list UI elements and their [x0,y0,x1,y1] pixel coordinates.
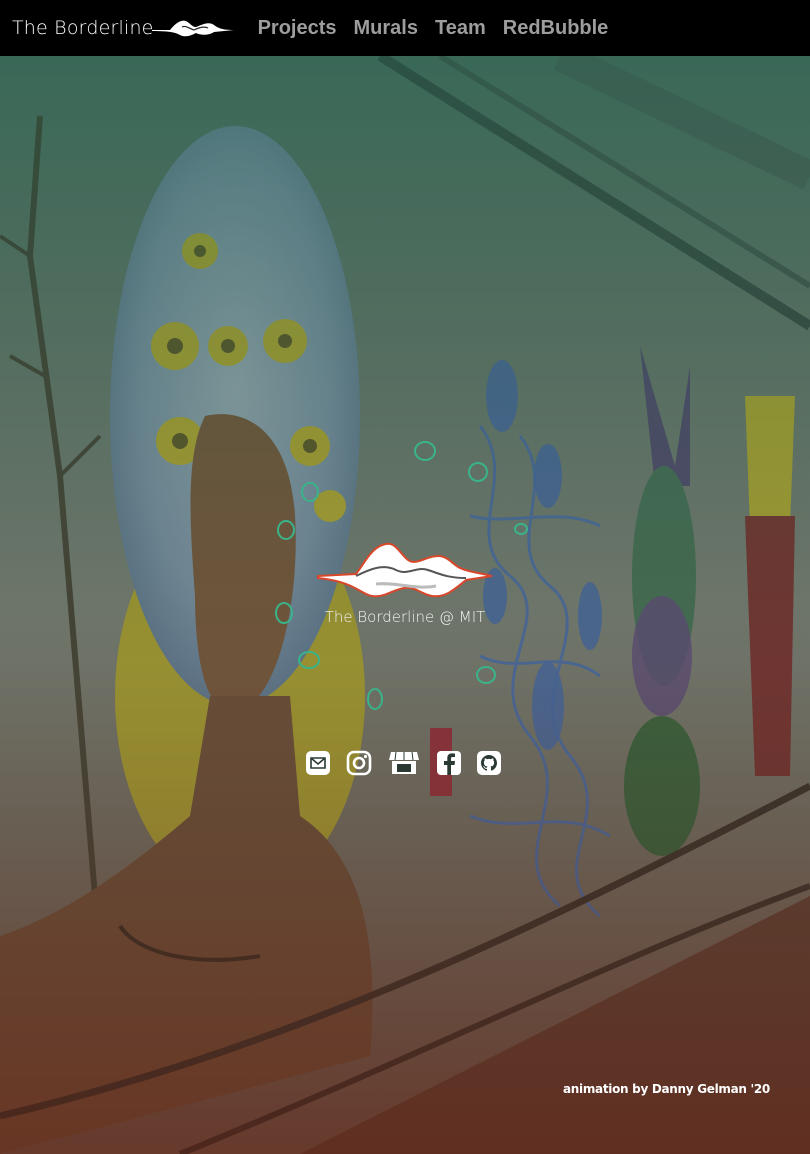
hero-background [0,56,810,1154]
store-icon[interactable] [388,750,420,776]
github-icon[interactable] [476,750,502,776]
brand-link[interactable]: The Borderline [12,0,234,56]
brand-name: The Borderline [12,17,154,39]
top-navbar: The Borderline Projects Murals Team RedB… [0,0,810,56]
borderline-logo-icon [151,20,234,37]
borderline-center-logo-icon [317,542,493,598]
facebook-icon[interactable] [436,750,462,776]
nav-link-projects[interactable]: Projects [258,17,337,40]
nav-link-murals[interactable]: Murals [354,17,418,40]
animation-credit: animation by Danny Gelman '20 [562,1082,770,1096]
email-icon[interactable] [305,750,331,776]
nav-link-redbubble[interactable]: RedBubble [503,17,609,40]
mural-image [0,56,810,1154]
hero-title: The Borderline @ MIT [324,608,486,626]
nav-link-team[interactable]: Team [435,17,486,40]
instagram-icon[interactable] [346,750,372,776]
